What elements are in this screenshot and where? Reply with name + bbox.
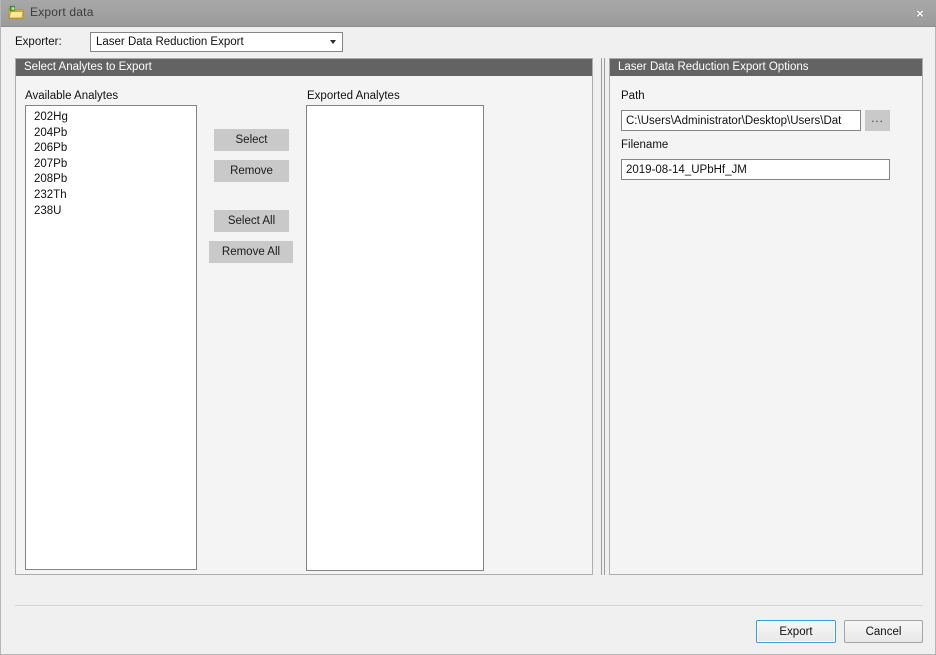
exported-analytes-label: Exported Analytes: [307, 90, 400, 102]
export-folder-icon: [8, 5, 25, 19]
available-analyte-item[interactable]: 232Th: [26, 188, 196, 204]
select-analytes-group-header: Select Analytes to Export: [16, 59, 592, 76]
close-glyph: ×: [916, 5, 924, 21]
available-analyte-item[interactable]: 208Pb: [26, 172, 196, 188]
select-button[interactable]: Select: [214, 129, 289, 151]
export-options-group: Laser Data Reduction Export Options: [609, 58, 923, 575]
export-button[interactable]: Export: [756, 620, 836, 643]
exported-analytes-list[interactable]: [306, 105, 484, 571]
available-analyte-item[interactable]: 238U: [26, 204, 196, 220]
remove-all-button[interactable]: Remove All: [209, 241, 293, 263]
remove-button[interactable]: Remove: [214, 160, 289, 182]
available-analyte-item[interactable]: 204Pb: [26, 126, 196, 142]
cancel-button[interactable]: Cancel: [844, 620, 923, 643]
available-analytes-list[interactable]: 202Hg 204Pb 206Pb 207Pb 208Pb 232Th 238U: [25, 105, 197, 570]
footer-divider: [15, 605, 923, 606]
title-bar: Export data ×: [1, 0, 936, 27]
path-label: Path: [621, 90, 645, 102]
panel-splitter[interactable]: [601, 58, 605, 575]
exporter-label: Exporter:: [15, 36, 62, 48]
available-analytes-label: Available Analytes: [25, 90, 119, 102]
select-all-button[interactable]: Select All: [214, 210, 289, 232]
export-options-group-header: Laser Data Reduction Export Options: [610, 59, 922, 76]
window-title: Export data: [30, 5, 94, 19]
exporter-dropdown[interactable]: Laser Data Reduction Export: [90, 32, 343, 52]
filename-label: Filename: [621, 139, 669, 151]
close-icon[interactable]: ×: [904, 1, 936, 25]
chevron-down-icon[interactable]: [324, 34, 341, 50]
available-analyte-item[interactable]: 207Pb: [26, 157, 196, 173]
browse-path-button[interactable]: ...: [865, 110, 890, 131]
exporter-selected-value: Laser Data Reduction Export: [96, 36, 244, 48]
available-analyte-item[interactable]: 202Hg: [26, 110, 196, 126]
path-input[interactable]: [621, 110, 861, 131]
export-data-dialog: Export data × Exporter: Laser Data Reduc…: [0, 0, 936, 655]
filename-input[interactable]: [621, 159, 890, 180]
available-analyte-item[interactable]: 206Pb: [26, 141, 196, 157]
